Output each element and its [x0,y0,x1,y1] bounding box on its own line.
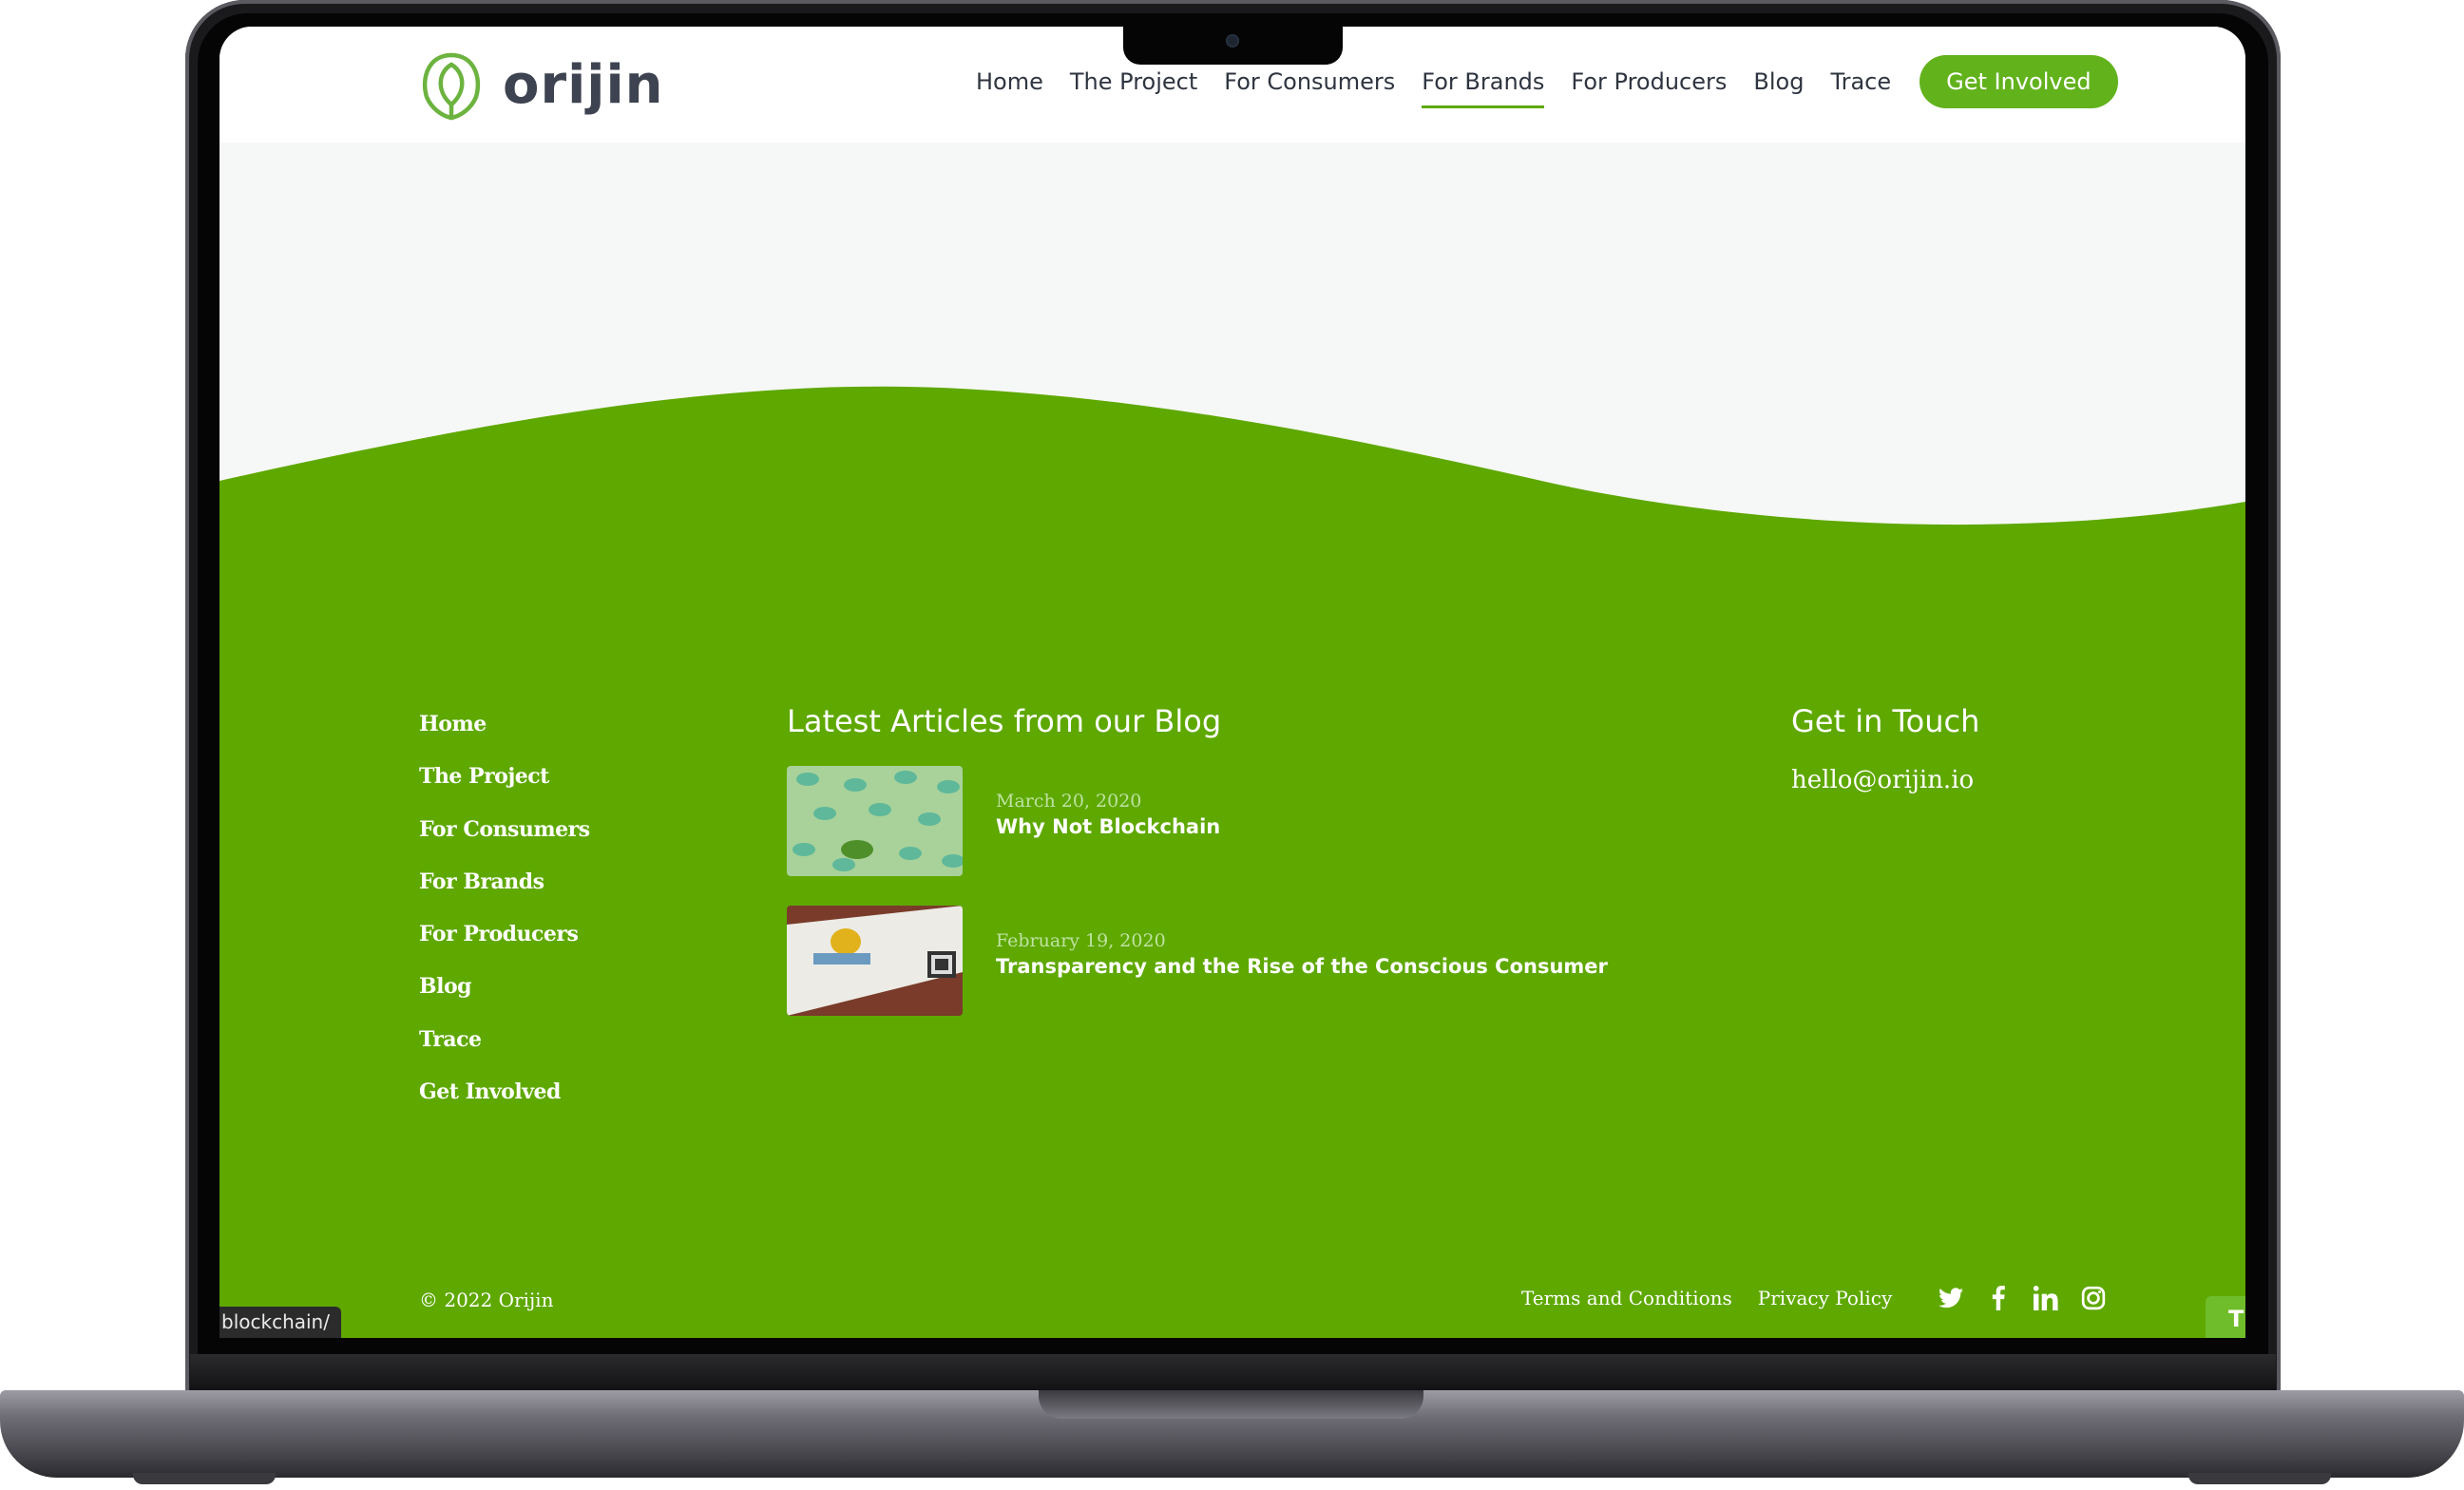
logo-text: orijin [503,54,664,116]
laptop-foot-left [133,1473,276,1484]
footer-link-for-producers[interactable]: For Producers [419,921,666,973]
nav-blog[interactable]: Blog [1753,68,1804,95]
nav-trace[interactable]: Trace [1830,68,1891,95]
article-text: February 19, 2020 Transparency and the R… [996,906,1608,981]
browser-viewport: orijin Home The Project For Consumers Fo… [220,27,2245,1338]
article-title[interactable]: Why Not Blockchain [996,812,1220,841]
contact-section-title: Get in Touch [1791,703,1980,739]
sheep-pattern-image [787,766,963,876]
nav-the-project[interactable]: The Project [1070,68,1197,95]
get-involved-button[interactable]: Get Involved [1920,55,2118,108]
camera-notch [1123,27,1343,65]
nav-for-brands[interactable]: For Brands [1422,68,1545,108]
laptop-base [0,1390,2464,1478]
footer-link-blog[interactable]: Blog [419,973,666,1025]
linkedin-icon[interactable] [2032,1284,2060,1312]
laptop-foot-right [2188,1473,2331,1484]
trackpad-groove [1039,1390,1423,1419]
nav-home[interactable]: Home [976,68,1043,95]
contact-email-link[interactable]: hello@orijin.io [1791,766,1974,794]
article-title[interactable]: Transparency and the Rise of the Conscio… [996,952,1608,981]
nav-for-producers[interactable]: For Producers [1571,68,1727,95]
footer-wave-background [220,386,2245,1338]
product-packaging-image [787,906,963,1016]
article-thumbnail[interactable] [787,906,963,1016]
social-links [1918,1284,2108,1312]
facebook-icon[interactable] [1984,1284,2013,1312]
legal-links: Terms and Conditions Privacy Policy [1521,1279,2108,1317]
twitter-icon[interactable] [1937,1284,1965,1312]
instagram-icon[interactable] [2079,1284,2108,1312]
footer-link-the-project[interactable]: The Project [419,763,666,815]
article-date: March 20, 2020 [996,791,1142,812]
footer-link-home[interactable]: Home [419,711,666,763]
footer-link-get-involved[interactable]: Get Involved [419,1079,666,1131]
status-bar-url: blockchain/ [220,1307,341,1338]
copyright-text: © 2022 Orijin [419,1289,554,1311]
blog-article[interactable]: March 20, 2020 Why Not Blockchain [787,766,1220,876]
article-thumbnail[interactable] [787,766,963,876]
blog-article[interactable]: February 19, 2020 Transparency and the R… [787,906,1608,1016]
blog-section-title: Latest Articles from our Blog [787,703,1222,739]
site-logo[interactable]: orijin [417,49,664,121]
privacy-link[interactable]: Privacy Policy [1758,1287,1892,1309]
footer-nav: Home The Project For Consumers For Brand… [419,711,666,1131]
leaf-icon [422,52,481,121]
camera-icon [1226,34,1239,48]
nav-for-consumers[interactable]: For Consumers [1224,68,1395,95]
floating-tab-button[interactable]: T [2206,1296,2245,1338]
article-date: February 19, 2020 [996,930,1166,951]
footer-link-for-consumers[interactable]: For Consumers [419,816,666,869]
article-text: March 20, 2020 Why Not Blockchain [996,766,1220,841]
laptop-hinge [190,1354,2276,1392]
footer-link-trace[interactable]: Trace [419,1026,666,1079]
footer-link-for-brands[interactable]: For Brands [419,869,666,921]
terms-link[interactable]: Terms and Conditions [1521,1287,1732,1309]
